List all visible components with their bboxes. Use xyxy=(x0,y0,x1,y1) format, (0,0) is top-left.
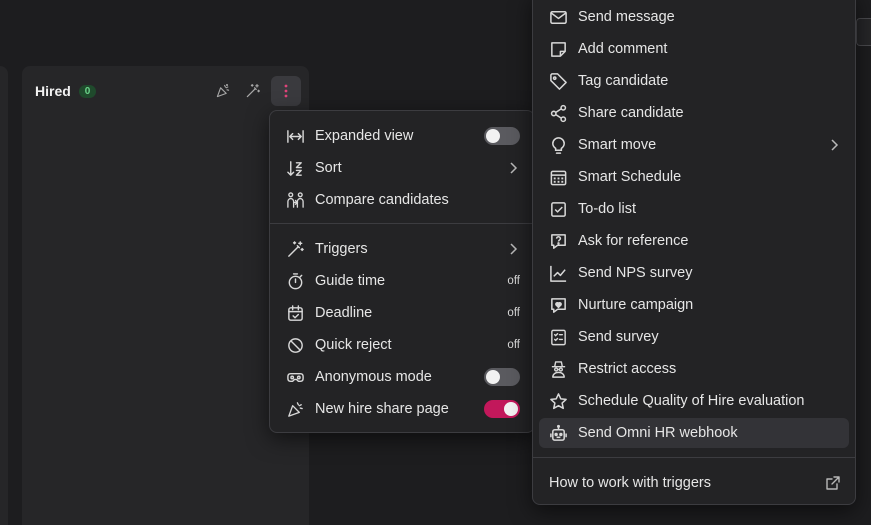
magic-wand-icon[interactable] xyxy=(241,79,265,103)
robot-icon xyxy=(547,422,569,444)
share-icon xyxy=(547,102,569,124)
menu-item-label: Schedule Quality of Hire evaluation xyxy=(578,393,805,409)
calendar-check-icon xyxy=(284,302,306,324)
trigger-send-nps-survey[interactable]: Send NPS survey xyxy=(539,258,849,288)
menu-item-label: Deadline xyxy=(315,305,373,321)
menu-item-compare-candidates[interactable]: Compare candidates xyxy=(276,185,528,215)
status-text: off xyxy=(507,275,520,287)
checklist-icon xyxy=(547,326,569,348)
trigger-share-candidate[interactable]: Share candidate xyxy=(539,98,849,128)
column-header: Hired 0 xyxy=(35,83,97,99)
trigger-restrict-access[interactable]: Restrict access xyxy=(539,354,849,384)
trigger-tag-candidate[interactable]: Tag candidate xyxy=(539,66,849,96)
trigger-schedule-quality-of-hire[interactable]: Schedule Quality of Hire evaluation xyxy=(539,386,849,416)
menu-item-label: Send survey xyxy=(578,329,659,345)
chevron-right-icon xyxy=(506,242,520,256)
external-link-icon xyxy=(825,475,841,491)
new-hire-share-page-toggle[interactable] xyxy=(484,400,520,418)
menu-item-label: Expanded view xyxy=(315,128,414,144)
menu-item-label: Tag candidate xyxy=(578,73,669,89)
expand-horizontal-icon xyxy=(284,125,306,147)
how-to-work-with-triggers-link[interactable]: How to work with triggers xyxy=(541,468,849,498)
menu-item-label: Send message xyxy=(578,9,675,25)
sort-icon xyxy=(284,157,306,179)
menu-item-deadline[interactable]: Deadline off xyxy=(276,298,528,328)
menu-item-label: How to work with triggers xyxy=(549,475,711,491)
trigger-send-message[interactable]: Send message xyxy=(539,2,849,32)
menu-divider xyxy=(533,457,855,458)
menu-item-label: Anonymous mode xyxy=(315,369,432,385)
menu-item-label: Share candidate xyxy=(578,105,684,121)
party-popper-icon[interactable] xyxy=(211,79,235,103)
triggers-submenu: Send message Add comment Tag candidate S… xyxy=(532,0,856,505)
magic-wand-icon xyxy=(284,238,306,260)
line-chart-icon xyxy=(547,262,569,284)
menu-item-label: Send NPS survey xyxy=(578,265,693,281)
star-icon xyxy=(547,390,569,412)
anonymous-mode-toggle[interactable] xyxy=(484,368,520,386)
menu-item-anonymous-mode[interactable]: Anonymous mode xyxy=(276,362,528,392)
menu-divider xyxy=(270,223,534,224)
envelope-icon xyxy=(547,6,569,28)
menu-item-new-hire-share-page[interactable]: New hire share page xyxy=(276,394,528,424)
menu-item-label: Compare candidates xyxy=(315,192,449,208)
menu-item-triggers[interactable]: Triggers xyxy=(276,234,528,264)
column-count-badge: 0 xyxy=(78,84,97,98)
expanded-view-toggle[interactable] xyxy=(484,127,520,145)
menu-item-label: Sort xyxy=(315,160,342,176)
menu-item-label: New hire share page xyxy=(315,401,449,417)
kebab-menu-button[interactable] xyxy=(271,76,301,106)
sticky-note-icon xyxy=(547,38,569,60)
trigger-ask-for-reference[interactable]: Ask for reference xyxy=(539,226,849,256)
calendar-grid-icon xyxy=(547,166,569,188)
menu-item-label: Send Omni HR webhook xyxy=(578,425,738,441)
menu-item-label: Add comment xyxy=(578,41,668,57)
trigger-smart-schedule[interactable]: Smart Schedule xyxy=(539,162,849,192)
menu-item-quick-reject[interactable]: Quick reject off xyxy=(276,330,528,360)
trigger-add-comment[interactable]: Add comment xyxy=(539,34,849,64)
prohibited-icon xyxy=(284,334,306,356)
trigger-to-do-list[interactable]: To-do list xyxy=(539,194,849,224)
pipeline-column-hired: Hired 0 xyxy=(22,66,309,525)
trigger-smart-move[interactable]: Smart move xyxy=(539,130,849,160)
stopwatch-icon xyxy=(284,270,306,292)
menu-item-label: To-do list xyxy=(578,201,637,217)
trigger-nurture-campaign[interactable]: Nurture campaign xyxy=(539,290,849,320)
chevron-right-icon xyxy=(827,138,841,152)
question-bubble-icon xyxy=(547,230,569,252)
column-options-menu: Expanded view Sort Compare candidates Tr… xyxy=(269,110,535,433)
menu-item-guide-time[interactable]: Guide time off xyxy=(276,266,528,296)
menu-item-label: Smart Schedule xyxy=(578,169,682,185)
column-title: Hired xyxy=(35,83,71,99)
tag-icon xyxy=(547,70,569,92)
menu-item-sort[interactable]: Sort xyxy=(276,153,528,183)
party-popper-icon xyxy=(284,398,306,420)
compare-people-icon xyxy=(284,189,306,211)
menu-item-expanded-view[interactable]: Expanded view xyxy=(276,121,528,151)
toolbar-edge-button[interactable] xyxy=(856,18,871,46)
trigger-send-survey[interactable]: Send survey xyxy=(539,322,849,352)
status-text: off xyxy=(507,339,520,351)
status-text: off xyxy=(507,307,520,319)
column-actions xyxy=(211,76,301,106)
menu-item-label: Triggers xyxy=(315,241,368,257)
menu-item-label: Ask for reference xyxy=(578,233,689,249)
menu-item-label: Guide time xyxy=(315,273,386,289)
chevron-right-icon xyxy=(506,161,520,175)
trigger-send-omni-hr-webhook[interactable]: Send Omni HR webhook xyxy=(539,418,849,448)
heart-bubble-icon xyxy=(547,294,569,316)
lightbulb-icon xyxy=(547,134,569,156)
menu-item-label: Smart move xyxy=(578,137,657,153)
spy-icon xyxy=(547,358,569,380)
menu-item-label: Nurture campaign xyxy=(578,297,694,313)
menu-item-label: Quick reject xyxy=(315,337,392,353)
checkbox-icon xyxy=(547,198,569,220)
incognito-mask-icon xyxy=(284,366,306,388)
menu-item-label: Restrict access xyxy=(578,361,677,377)
previous-column-edge xyxy=(0,66,8,525)
